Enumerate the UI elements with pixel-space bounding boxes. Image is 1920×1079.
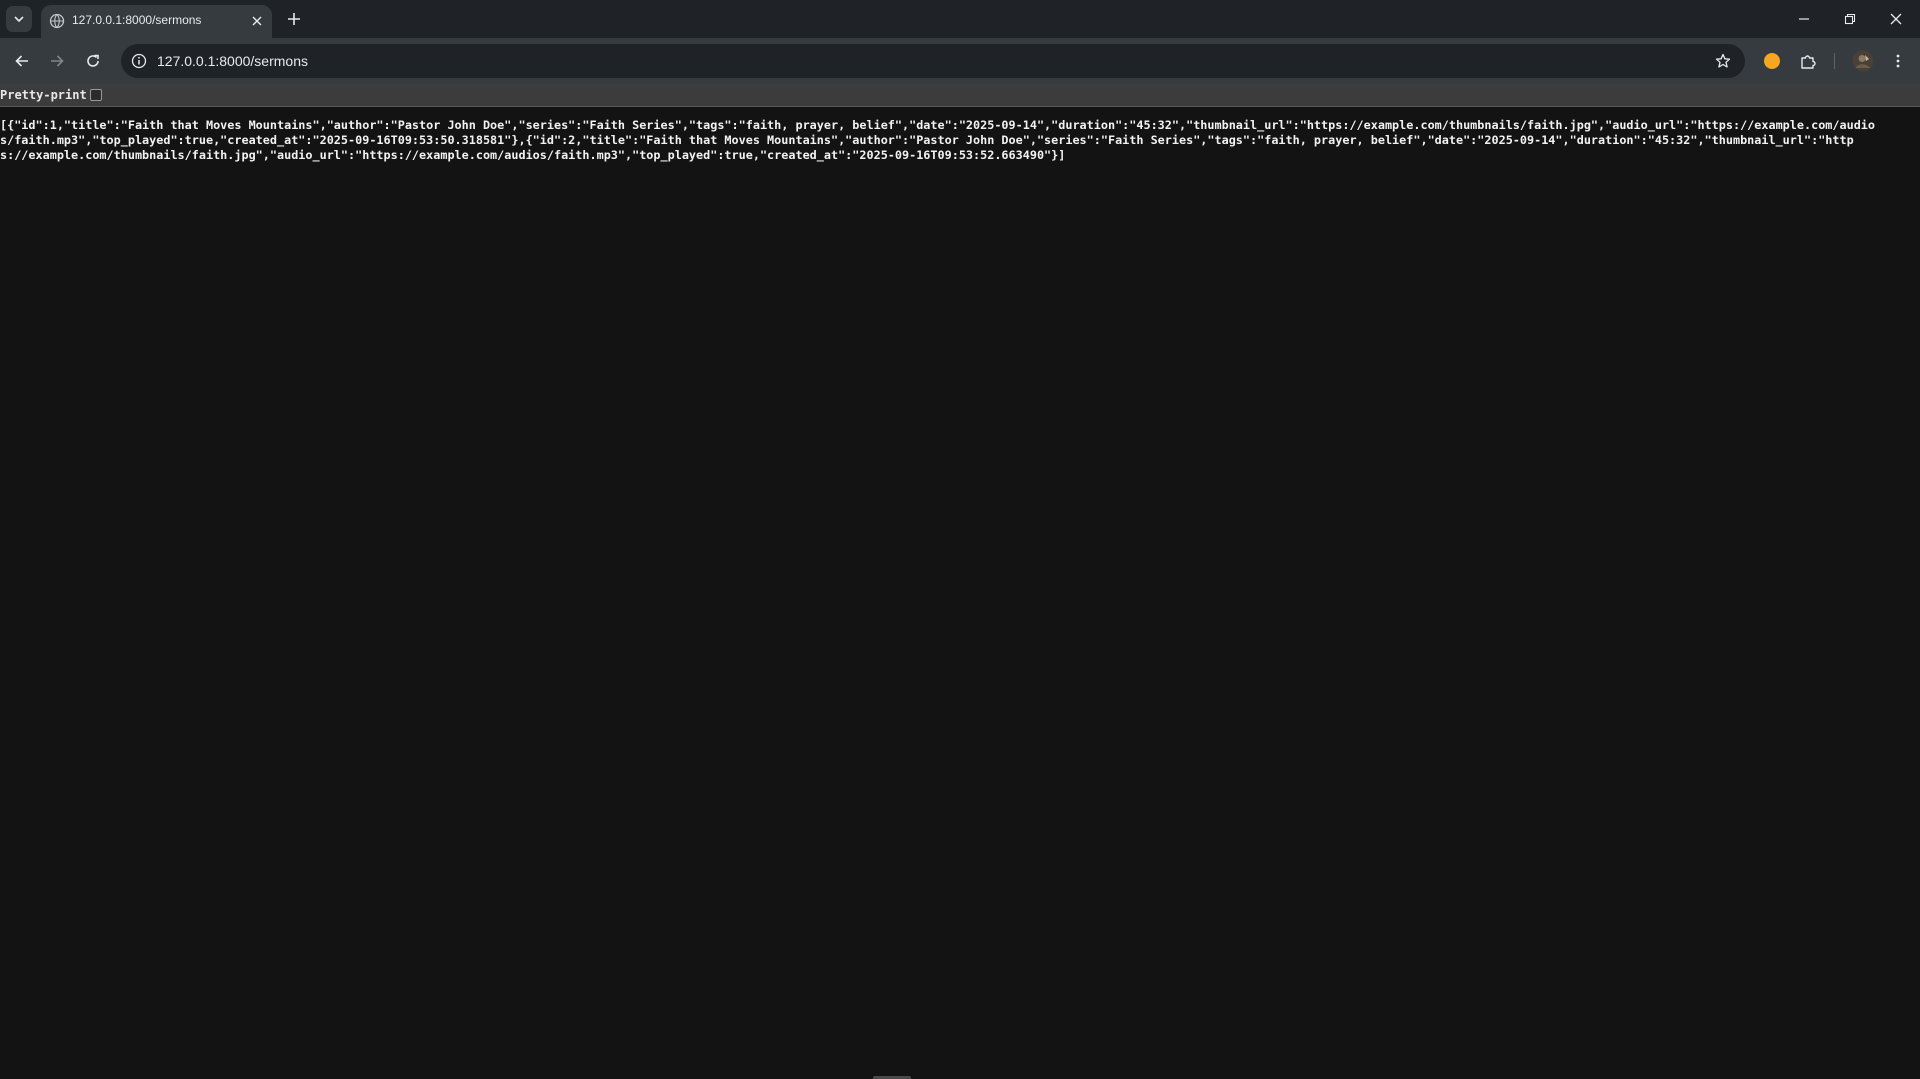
reload-icon	[87, 54, 99, 67]
orange-circle-icon	[1764, 53, 1780, 69]
kebab-menu-icon	[1896, 54, 1900, 68]
arrow-left-icon	[15, 55, 28, 67]
tab-strip: 127.0.0.1:8000/sermons	[0, 0, 1920, 38]
tab-title: 127.0.0.1:8000/sermons	[72, 13, 202, 27]
globe-icon	[49, 13, 65, 29]
back-button[interactable]	[7, 46, 37, 76]
chevron-down-icon	[14, 16, 24, 23]
info-icon	[131, 53, 147, 69]
restore-button[interactable]	[1827, 0, 1873, 38]
new-tab-button[interactable]	[281, 6, 307, 32]
menu-button[interactable]	[1883, 46, 1913, 76]
close-icon	[252, 16, 262, 26]
restore-icon	[1844, 13, 1856, 25]
browser-window: 127.0.0.1:8000/sermons 127.0.0.1:8000/se…	[0, 0, 1920, 1079]
minimize-button[interactable]	[1781, 0, 1827, 38]
extensions-button[interactable]	[1793, 46, 1823, 76]
json-response-text: [{"id":1,"title":"Faith that Moves Mount…	[0, 118, 1876, 162]
site-info-button[interactable]	[129, 51, 149, 71]
avatar	[1852, 50, 1874, 72]
minimize-icon	[1799, 18, 1809, 20]
close-window-button[interactable]	[1873, 0, 1919, 38]
bookmark-button[interactable]	[1713, 51, 1733, 71]
tab-close-button[interactable]	[248, 12, 266, 30]
toolbar: 127.0.0.1:8000/sermons	[0, 38, 1920, 84]
page-content: Pretty-print [{"id":1,"title":"Faith tha…	[0, 84, 1920, 1079]
profile-button[interactable]	[1848, 46, 1878, 76]
tab-search-button[interactable]	[6, 6, 32, 32]
pretty-print-label: Pretty-print	[0, 88, 87, 102]
plus-icon	[288, 13, 300, 25]
address-bar[interactable]: 127.0.0.1:8000/sermons	[121, 44, 1745, 78]
pretty-print-bar: Pretty-print	[0, 84, 1920, 107]
extension-badge-button[interactable]	[1757, 46, 1787, 76]
reload-button[interactable]	[78, 46, 108, 76]
toolbar-divider	[1834, 53, 1835, 69]
forward-button[interactable]	[42, 46, 72, 76]
arrow-right-icon	[51, 55, 64, 67]
tab-active[interactable]: 127.0.0.1:8000/sermons	[41, 5, 272, 38]
close-icon	[1890, 13, 1902, 25]
star-icon	[1715, 53, 1731, 68]
puzzle-icon	[1801, 55, 1816, 69]
pretty-print-checkbox[interactable]	[90, 89, 102, 101]
url-text: 127.0.0.1:8000/sermons	[157, 53, 308, 69]
